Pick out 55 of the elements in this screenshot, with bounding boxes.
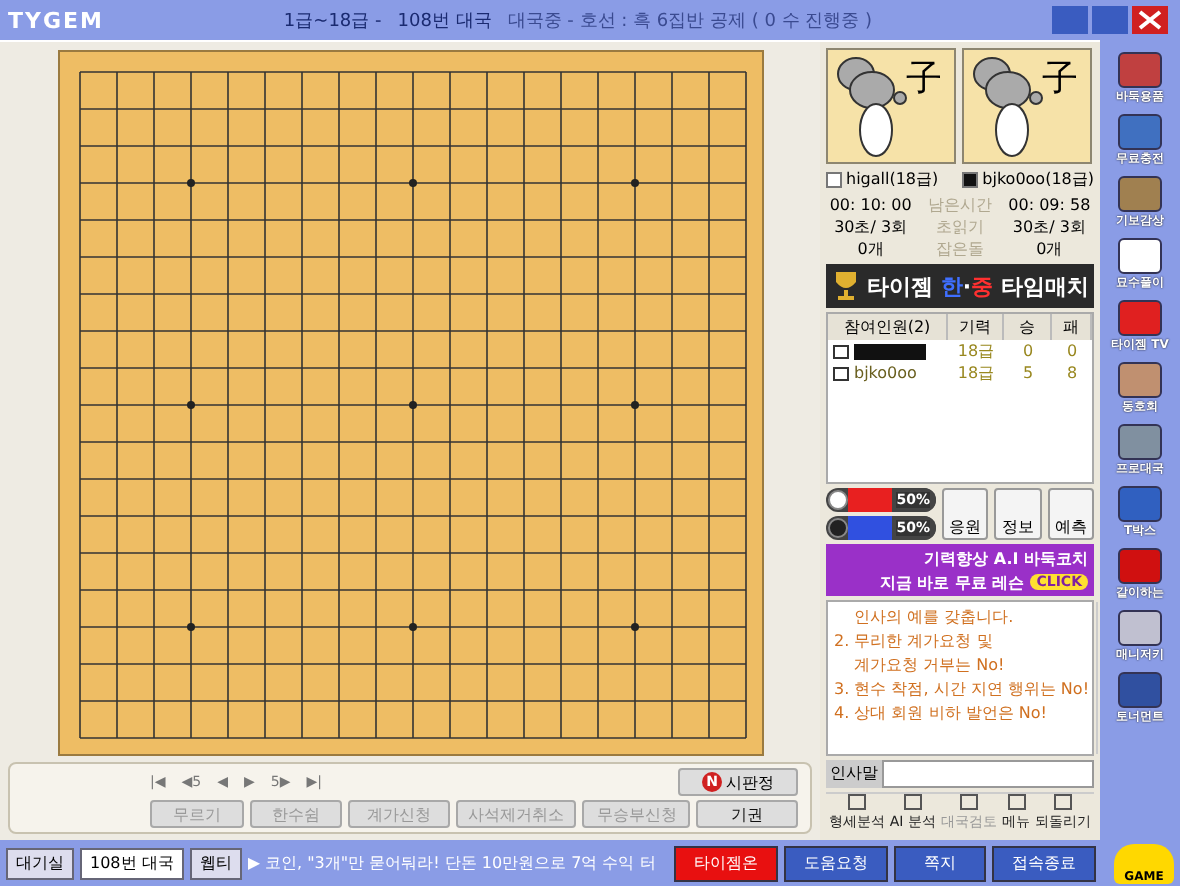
clock-value: 0개 xyxy=(1034,238,1065,260)
clock-label: 초읽기 xyxy=(933,216,986,238)
game-status: 대국중 - 호선 : 흑 6집반 공제 ( 0 수 진행중 ) xyxy=(507,9,873,33)
chat-input[interactable] xyxy=(882,760,1094,788)
column-header: 참여인원(2) xyxy=(828,314,948,340)
clock-value: 30초/ 3회 xyxy=(1010,216,1088,238)
participant-rank: 18급 xyxy=(955,362,997,384)
trophy-icon xyxy=(831,270,860,302)
clock-value: 0개 xyxy=(855,238,886,260)
window-controls-icon[interactable] xyxy=(1051,6,1172,34)
status-button[interactable]: 쪽지 xyxy=(893,845,986,881)
redacted-name xyxy=(854,343,926,359)
status-button[interactable]: 타이젬온 xyxy=(673,845,778,881)
news-ticker[interactable]: ▶ 코인, "3개"만 묻어둬라! 단돈 10만원으로 7억 수익 터 xyxy=(247,852,668,874)
ad-subtitle: 지금 바로 무료 레슨 xyxy=(879,571,1025,593)
clock-value: 00: 10: 00 xyxy=(827,194,914,216)
clock-value: 30초/ 3회 xyxy=(832,216,910,238)
status-button[interactable]: 도움요청 xyxy=(783,845,888,881)
participant-name: bjko0oo xyxy=(854,364,917,382)
column-header: 패 xyxy=(1052,314,1092,340)
zodiac-glyph: 子 xyxy=(1042,56,1078,102)
zodiac-glyph: 子 xyxy=(906,56,942,102)
column-header: 승 xyxy=(1004,314,1052,340)
clock-label: 남은시간 xyxy=(925,194,994,216)
panel-button[interactable]: 정보 xyxy=(994,488,1042,540)
chat-line: 계가요청 거부는 No! xyxy=(852,654,1007,676)
time-match-banner[interactable]: 타이젬 한·중 타임매치 xyxy=(826,264,1094,308)
ad-headline: 기력향상 A.I 바둑코치 xyxy=(924,547,1088,569)
participant-rank: 18급 xyxy=(955,340,997,362)
status-button[interactable]: 접속종료 xyxy=(991,845,1096,881)
rank-range: 1급~18급 - xyxy=(283,9,382,33)
chat-line: 3. 현수 착점, 시간 지연 행위는 No! xyxy=(834,678,1090,700)
participant-losses: 8 xyxy=(1064,364,1080,382)
player-name: higall(18급) xyxy=(846,168,939,190)
panel-button[interactable]: 응원 xyxy=(942,488,989,540)
clock-value: 00: 09: 58 xyxy=(1006,194,1093,216)
room-title: 108번 대국 xyxy=(397,9,492,33)
banner-text: 타이젬 한·중 타임매치 xyxy=(867,271,1089,301)
window-tab[interactable]: 108번 대국 xyxy=(80,847,184,879)
player-name: bjko0oo(18급) xyxy=(982,168,1094,190)
participant-losses: 0 xyxy=(1064,342,1080,360)
clock-label: 잡은돌 xyxy=(933,238,986,260)
participant-wins: 0 xyxy=(1020,342,1036,360)
app-logo: TYGEM xyxy=(8,7,104,33)
greeting-label: 인사말 xyxy=(826,760,882,788)
chat-line: 인사의 예를 갖춥니다. xyxy=(852,606,1016,628)
chat-line: 4. 상대 회원 비하 발언은 No! xyxy=(834,702,1049,724)
window-tab[interactable]: 웹티 xyxy=(189,847,242,879)
window-tab[interactable]: 대기실 xyxy=(6,847,74,879)
game-action-button[interactable]: 기권 xyxy=(696,800,798,828)
chat-line: 2. 무리한 계가요청 및 xyxy=(834,630,995,652)
participant-wins: 5 xyxy=(1020,364,1036,382)
column-header: 기력 xyxy=(948,314,1004,340)
go-board[interactable] xyxy=(57,49,763,755)
panel-button[interactable]: 예측 xyxy=(1047,488,1094,540)
